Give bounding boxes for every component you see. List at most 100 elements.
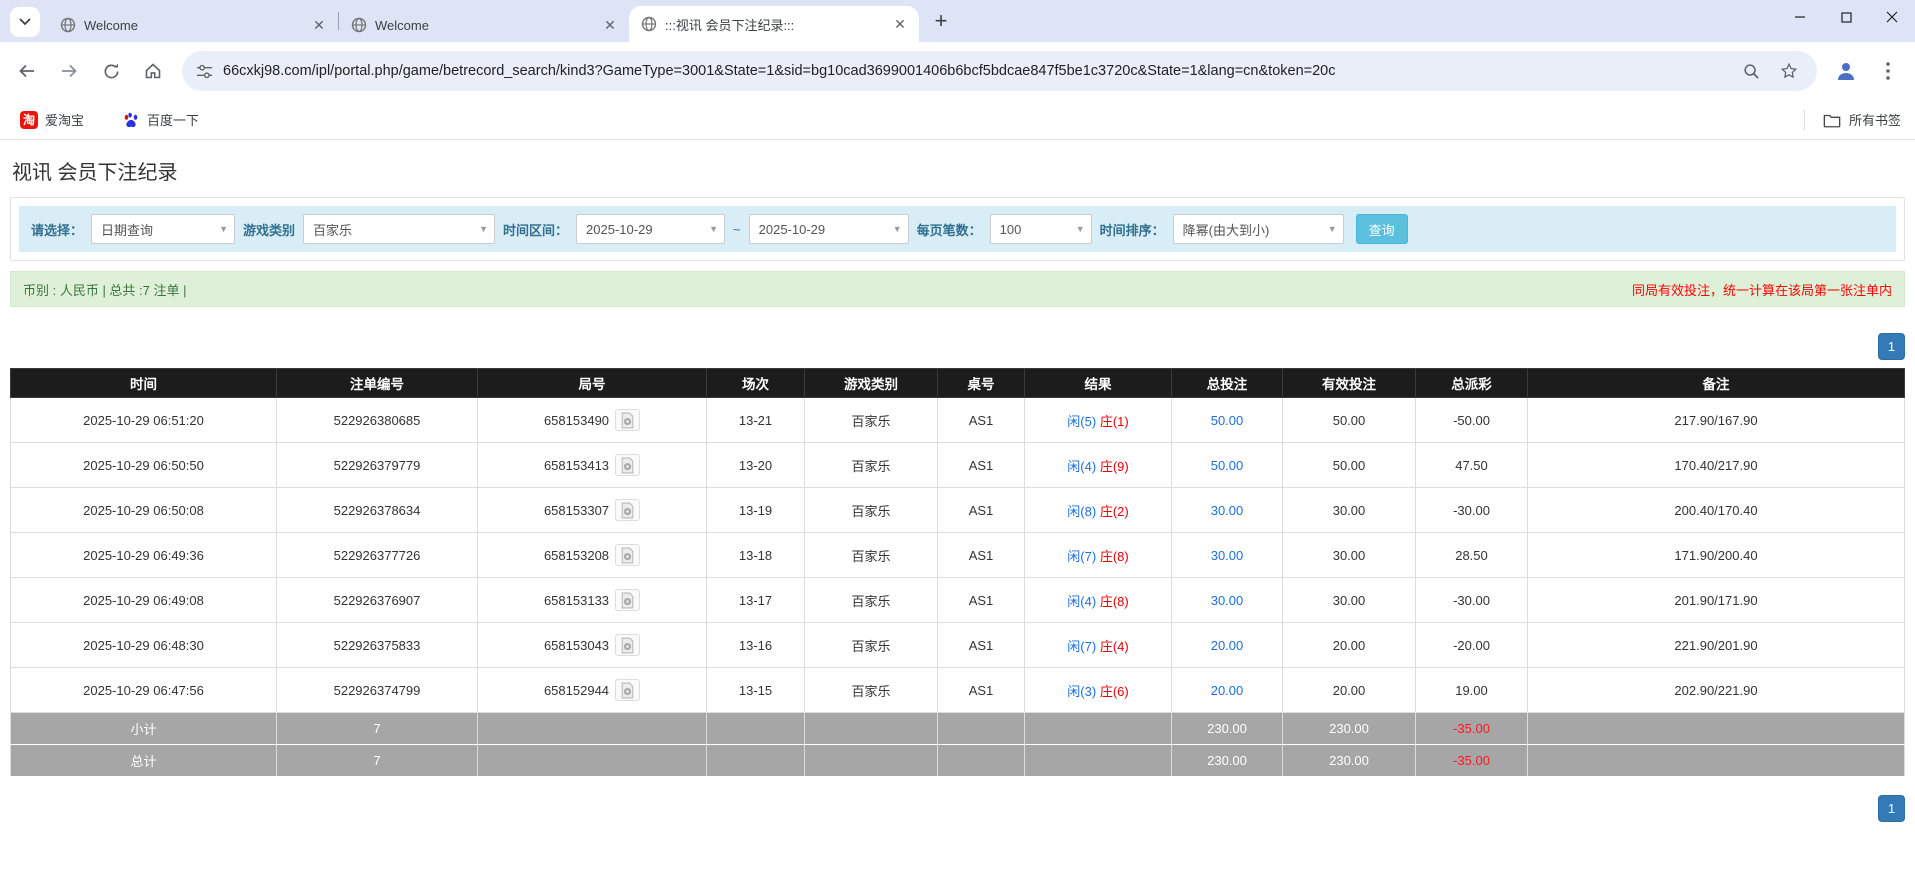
currency-summary: 币别 : 人民币 | 总共 :7 注单 | bbox=[23, 282, 187, 298]
baidu-icon bbox=[124, 112, 138, 127]
new-tab-button[interactable]: + bbox=[927, 7, 955, 35]
profile-button[interactable] bbox=[1827, 52, 1865, 90]
bookmark-baidu[interactable]: 百度一下 bbox=[116, 106, 205, 133]
cell-bet-number: 522926377726 bbox=[276, 532, 478, 578]
date-from-select[interactable]: 2025-10-29 ▼ bbox=[576, 214, 726, 244]
cell-result: 闲(8) 庄(2) bbox=[1024, 487, 1172, 533]
zoom-button[interactable] bbox=[1737, 57, 1765, 85]
subtotal-valid-bet: 230.00 bbox=[1282, 712, 1416, 745]
column-header: 有效投注 bbox=[1282, 368, 1416, 398]
chevron-down-icon: ▼ bbox=[709, 224, 719, 234]
bookmark-star-button[interactable] bbox=[1775, 57, 1803, 85]
tab-close-icon[interactable]: ✕ bbox=[891, 15, 909, 33]
cell-table-number: AS1 bbox=[937, 532, 1025, 578]
tab-welcome-2[interactable]: Welcome ✕ bbox=[339, 8, 629, 42]
video-replay-button[interactable] bbox=[615, 634, 641, 656]
home-button[interactable] bbox=[134, 52, 172, 90]
filter-panel: 请选择： 日期查询 ▼ 游戏类别 百家乐 ▼ 时间区间： 2025-10-29 ▼ ~… bbox=[10, 197, 1905, 261]
navigation-bar: 66cxkj98.com/ipl/portal.php/game/betreco… bbox=[0, 42, 1915, 100]
video-replay-button[interactable] bbox=[615, 454, 641, 476]
forward-button[interactable] bbox=[50, 52, 88, 90]
total-bet-link[interactable]: 30.00 bbox=[1211, 503, 1244, 518]
maximize-button[interactable] bbox=[1823, 0, 1869, 34]
cell-round-number: 658153490 bbox=[477, 397, 707, 443]
page-size-select[interactable]: 100 ▼ bbox=[989, 214, 1092, 244]
bookmark-aitaobao[interactable]: 淘 爱淘宝 bbox=[14, 106, 90, 133]
game-type-select[interactable]: 百家乐 ▼ bbox=[303, 214, 496, 244]
page-1-button[interactable]: 1 bbox=[1878, 795, 1905, 822]
total-bet-link[interactable]: 30.00 bbox=[1211, 593, 1244, 608]
tab-strip: Welcome ✕ Welcome ✕ :::视讯 会员下注纪录::: ✕ + bbox=[0, 0, 1915, 42]
reload-button[interactable] bbox=[92, 52, 130, 90]
table-body: 2025-10-29 06:51:20 522926380685 658153490… bbox=[10, 397, 1905, 713]
tab-close-icon[interactable]: ✕ bbox=[310, 16, 328, 34]
tab-bet-records-active[interactable]: :::视讯 会员下注纪录::: ✕ bbox=[629, 6, 919, 42]
chevron-down-icon: ▼ bbox=[219, 224, 229, 234]
time-range-label: 时间区间： bbox=[503, 222, 569, 238]
tab-welcome-1[interactable]: Welcome ✕ bbox=[48, 8, 338, 42]
page-1-button[interactable]: 1 bbox=[1878, 333, 1905, 360]
tab-close-icon[interactable]: ✕ bbox=[601, 16, 619, 34]
browser-window: Welcome ✕ Welcome ✕ :::视讯 会员下注纪录::: ✕ + bbox=[0, 0, 1915, 879]
video-replay-button[interactable] bbox=[615, 499, 641, 521]
total-bet-link[interactable]: 20.00 bbox=[1211, 683, 1244, 698]
all-bookmarks[interactable]: 所有书签 bbox=[1803, 109, 1901, 130]
column-header: 场次 bbox=[706, 368, 805, 398]
cell-game-type: 百家乐 bbox=[804, 397, 938, 443]
total-row: 总计 7 230.00 230.00 -35.00 bbox=[10, 744, 1905, 777]
cell-table-number: AS1 bbox=[937, 577, 1025, 623]
cell-remark: 217.90/167.90 bbox=[1527, 397, 1905, 443]
cell-valid-bet: 50.00 bbox=[1282, 442, 1416, 488]
video-replay-icon bbox=[621, 637, 634, 654]
star-icon bbox=[1780, 62, 1798, 79]
chevron-down-icon: ▼ bbox=[479, 224, 489, 234]
chevron-down-icon: ▼ bbox=[1327, 224, 1337, 234]
total-bet-link[interactable]: 30.00 bbox=[1211, 548, 1244, 563]
summary-bar: 币别 : 人民币 | 总共 :7 注单 | 同局有效投注，统一计算在该局第一张注… bbox=[10, 271, 1905, 307]
cell-remark: 221.90/201.90 bbox=[1527, 622, 1905, 668]
chevron-down-icon: ▼ bbox=[892, 224, 902, 234]
video-replay-button[interactable] bbox=[615, 589, 641, 611]
sort-select[interactable]: 降幂(由大到小) ▼ bbox=[1172, 214, 1344, 244]
video-replay-button[interactable] bbox=[615, 409, 641, 431]
total-bet-link[interactable]: 50.00 bbox=[1211, 413, 1244, 428]
total-total-bet: 230.00 bbox=[1171, 744, 1283, 777]
magnifier-icon bbox=[1743, 63, 1759, 79]
cell-game-type: 百家乐 bbox=[804, 532, 938, 578]
cell-remark: 170.40/217.90 bbox=[1527, 442, 1905, 488]
table-header-row: 时间 注单编号 局号 场次 游戏类别 桌号 结果 总投注 有效投注 总派彩 备注 bbox=[10, 368, 1905, 398]
query-button[interactable]: 查询 bbox=[1355, 214, 1408, 244]
back-button[interactable] bbox=[8, 52, 46, 90]
query-mode-select[interactable]: 日期查询 ▼ bbox=[91, 214, 236, 244]
subtotal-total-bet: 230.00 bbox=[1171, 712, 1283, 745]
browser-menu-button[interactable] bbox=[1869, 52, 1907, 90]
cell-total-bet: 30.00 bbox=[1171, 487, 1283, 533]
cell-valid-bet: 30.00 bbox=[1282, 487, 1416, 533]
video-replay-button[interactable] bbox=[615, 544, 641, 566]
table-row: 2025-10-29 06:48:30 522926375833 658153043… bbox=[10, 622, 1905, 668]
cell-result: 闲(5) 庄(1) bbox=[1024, 397, 1172, 443]
column-header: 总派彩 bbox=[1415, 368, 1528, 398]
back-arrow-icon bbox=[19, 64, 34, 78]
close-window-button[interactable] bbox=[1869, 0, 1915, 34]
cell-payout: 47.50 bbox=[1415, 442, 1528, 488]
total-bet-link[interactable]: 20.00 bbox=[1211, 638, 1244, 653]
cell-remark: 200.40/170.40 bbox=[1527, 487, 1905, 533]
video-replay-button[interactable] bbox=[615, 679, 641, 701]
cell-session: 13-17 bbox=[706, 577, 805, 623]
choose-label: 请选择： bbox=[31, 222, 84, 238]
date-to-select[interactable]: 2025-10-29 ▼ bbox=[748, 214, 909, 244]
minimize-button[interactable] bbox=[1777, 0, 1823, 34]
total-payout: -35.00 bbox=[1415, 744, 1528, 777]
total-bet-link[interactable]: 50.00 bbox=[1211, 458, 1244, 473]
tab-search-button[interactable] bbox=[10, 7, 40, 37]
profile-avatar-icon bbox=[1838, 63, 1854, 80]
bookmark-label: 爱淘宝 bbox=[45, 113, 85, 128]
pagination-top: 1 bbox=[10, 333, 1905, 360]
address-bar[interactable]: 66cxkj98.com/ipl/portal.php/game/betreco… bbox=[182, 51, 1817, 91]
cell-valid-bet: 30.00 bbox=[1282, 577, 1416, 623]
all-bookmarks-label: 所有书签 bbox=[1848, 113, 1901, 128]
video-replay-icon bbox=[621, 412, 634, 429]
cell-time: 2025-10-29 06:47:56 bbox=[10, 667, 277, 713]
filter-bar: 请选择： 日期查询 ▼ 游戏类别 百家乐 ▼ 时间区间： 2025-10-29 ▼ ~… bbox=[19, 206, 1896, 252]
